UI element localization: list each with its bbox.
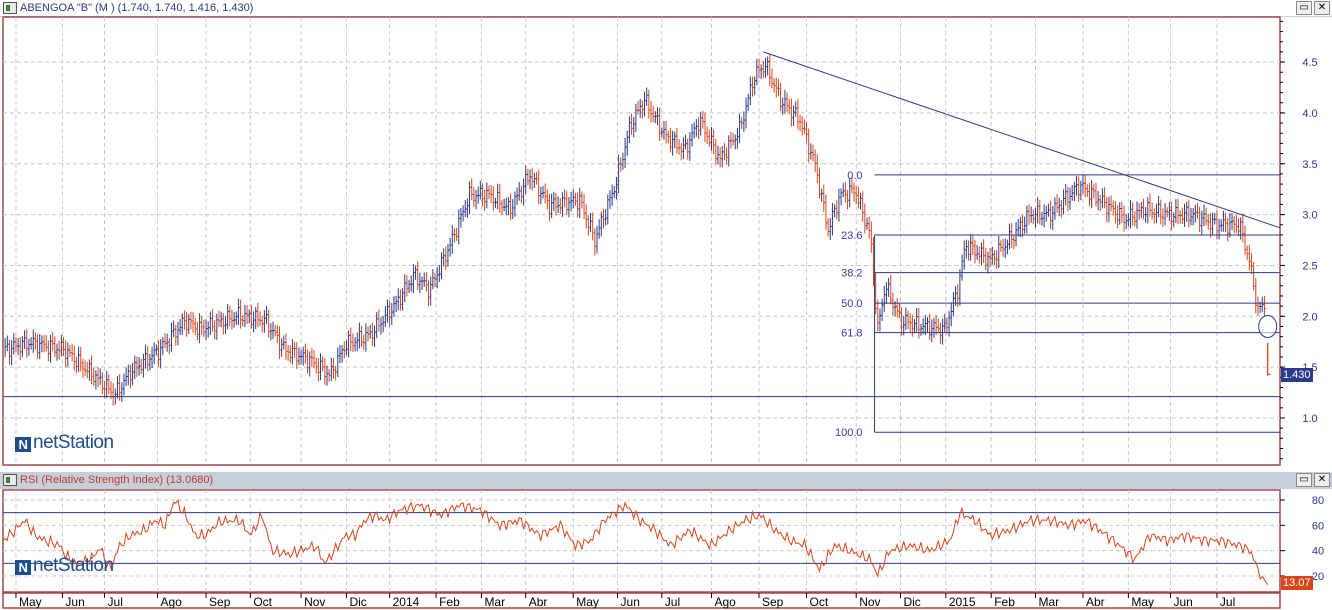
close-button[interactable]: ✕ (1314, 1, 1330, 15)
rsi-plot-frame (2, 489, 1281, 593)
restore-button[interactable]: ▭ (1296, 1, 1312, 15)
x-tick-label: Jun (1173, 595, 1192, 609)
rsi-line (2, 498, 1269, 586)
price-tick-label: 1.0 (1302, 413, 1317, 425)
rsi-panel-titlebar: RSI (Relative Strength Index) (13.0680) … (0, 472, 1332, 489)
price-tick-label: 3.5 (1302, 159, 1317, 171)
rsi-panel-title: RSI (Relative Strength Index) (13.0680) (20, 474, 214, 486)
fib-level-label: 38.2 (841, 268, 862, 280)
x-tick-label: Abr (1086, 595, 1105, 609)
chart-canvas[interactable]: 1.01.52.02.53.03.54.04.520406080MayJunJu… (0, 0, 1332, 610)
rsi-close-button[interactable]: ✕ (1314, 473, 1330, 487)
price-tick-label: 2.0 (1302, 311, 1317, 323)
x-tick-label: May (576, 595, 599, 609)
price-tick-label: 3.0 (1302, 210, 1317, 222)
rsi-window-icon (3, 474, 17, 486)
x-tick-label: May (19, 595, 42, 609)
x-tick-label: Ago (714, 595, 736, 609)
x-tick-label: Nov (304, 595, 325, 609)
x-tick-label: Jul (108, 595, 123, 609)
x-tick-label: Ago (160, 595, 182, 609)
x-tick-label: Sep (209, 595, 231, 609)
chart-window-icon (3, 2, 17, 14)
x-axis-frame (2, 592, 1281, 609)
price-tick-label: 4.5 (1302, 57, 1317, 69)
x-tick-label: Nov (859, 595, 880, 609)
x-tick-label: 2014 (393, 595, 420, 609)
trendline (763, 51, 1281, 229)
x-tick-label: Dic (903, 595, 920, 609)
fib-level-label: 61.8 (841, 328, 862, 340)
last-price-label: 1.430 (1281, 368, 1313, 382)
last-rsi-label: 13.07 (1281, 576, 1313, 590)
x-tick-label: Jul (1220, 595, 1235, 609)
x-tick-label: May (1131, 595, 1154, 609)
x-tick-label: Mar (484, 595, 505, 609)
rsi-tick-label: 40 (1312, 546, 1324, 558)
price-tick-label: 4.0 (1302, 108, 1317, 120)
x-tick-label: Jun (65, 595, 84, 609)
netstation-logo: NnetStation (15, 432, 114, 454)
rsi-tick-label: 20 (1312, 571, 1324, 583)
price-plot-frame (2, 16, 1281, 466)
x-tick-label: Jun (621, 595, 640, 609)
price-panel-titlebar: ABENGOA "B" (M ) (1.740, 1.740, 1.416, 1… (0, 0, 1332, 17)
x-tick-label: Jul (665, 595, 680, 609)
x-tick-label: 2015 (949, 595, 976, 609)
netstation-logo-rsi: NnetStation (15, 555, 114, 577)
x-tick-label: Oct (253, 595, 272, 609)
price-panel-title: ABENGOA "B" (M ) (1.740, 1.740, 1.416, 1… (20, 2, 254, 14)
x-tick-label: Feb (994, 595, 1015, 609)
x-tick-label: Oct (810, 595, 829, 609)
x-tick-label: Mar (1038, 595, 1059, 609)
x-tick-label: Dic (349, 595, 366, 609)
rsi-tick-label: 80 (1312, 495, 1324, 507)
price-tick-label: 2.5 (1302, 260, 1317, 272)
rsi-restore-button[interactable]: ▭ (1296, 473, 1312, 487)
x-tick-label: Sep (762, 595, 784, 609)
x-tick-label: Feb (439, 595, 460, 609)
fib-level-label: 100.0 (835, 427, 863, 439)
fib-level-label: 50.0 (841, 298, 862, 310)
fib-level-label: 0.0 (847, 170, 862, 182)
x-tick-label: Abr (529, 595, 548, 609)
circle-marker (1258, 314, 1278, 338)
rsi-tick-label: 60 (1312, 520, 1324, 532)
fib-level-label: 23.6 (841, 230, 862, 242)
